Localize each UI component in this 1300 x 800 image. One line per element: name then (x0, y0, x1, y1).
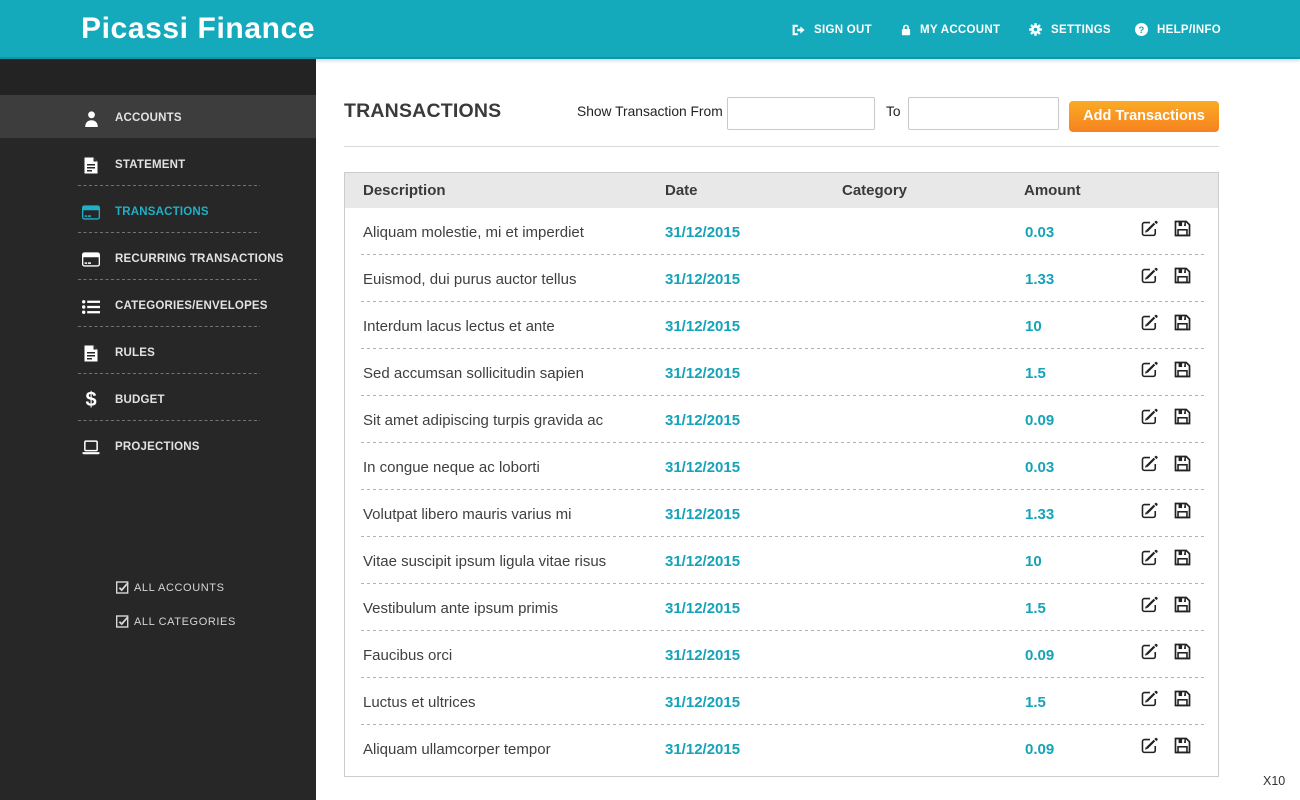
svg-text:?: ? (1138, 25, 1144, 36)
